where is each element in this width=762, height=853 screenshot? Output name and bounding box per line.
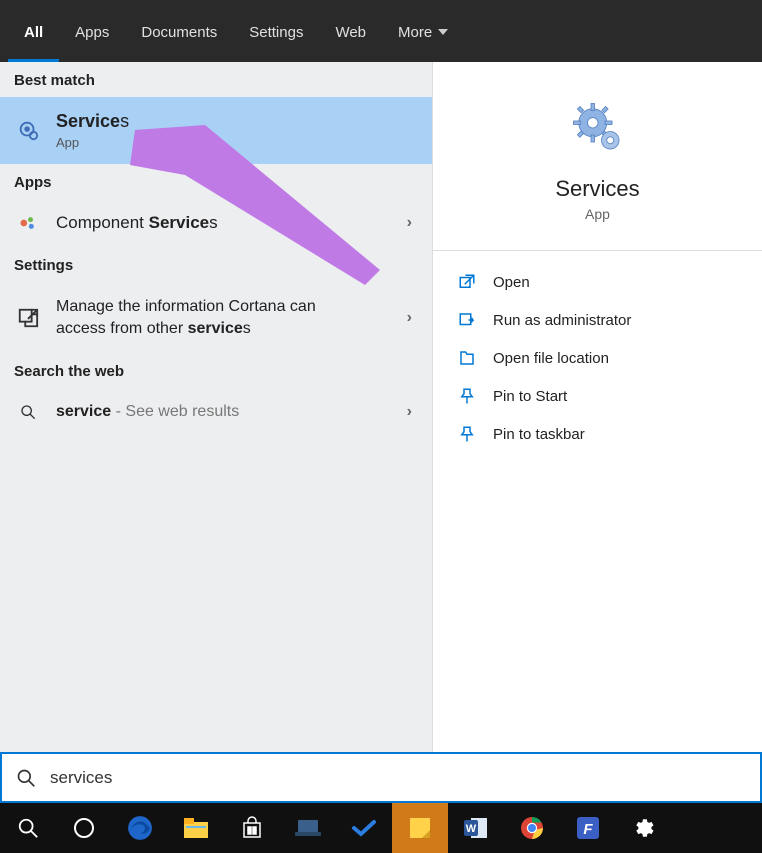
result-text: Component Services xyxy=(56,213,393,233)
result-title-tail: s xyxy=(209,213,218,232)
result-title-tail: - See web results xyxy=(111,403,239,420)
search-results-main: Best match Services App Apps Component S… xyxy=(0,62,762,752)
cortana-line2-prefix: access from other xyxy=(56,320,188,337)
taskbar-sticky-notes-button[interactable] xyxy=(392,803,448,853)
taskbar-store-button[interactable] xyxy=(224,803,280,853)
result-title: service - See web results xyxy=(56,402,393,421)
result-title: Services xyxy=(56,111,418,133)
result-title: Component Services xyxy=(56,213,393,233)
divider xyxy=(433,250,762,251)
search-icon xyxy=(14,404,42,420)
taskbar-todo-button[interactable] xyxy=(336,803,392,853)
taskbar: W F xyxy=(0,803,762,853)
taskbar-file-explorer-button[interactable] xyxy=(168,803,224,853)
services-large-icon xyxy=(570,100,626,156)
section-web-label: Search the web xyxy=(0,353,432,388)
result-title-bold: Service xyxy=(149,213,210,232)
taskbar-cortana-button[interactable] xyxy=(56,803,112,853)
search-category-tabs: All Apps Documents Settings Web More xyxy=(0,0,762,62)
tab-web[interactable]: Web xyxy=(319,0,382,62)
tab-settings[interactable]: Settings xyxy=(233,0,319,62)
taskbar-app-f-button[interactable]: F xyxy=(560,803,616,853)
result-component-services[interactable]: Component Services › xyxy=(0,199,432,247)
cortana-line2-bold: service xyxy=(188,320,243,337)
cortana-line1: Manage the information Cortana can xyxy=(56,298,316,315)
taskbar-search-button[interactable] xyxy=(0,803,56,853)
action-label: Pin to taskbar xyxy=(493,426,585,443)
result-title-prefix: Component xyxy=(56,213,149,232)
action-label: Open file location xyxy=(493,350,609,367)
action-open[interactable]: Open xyxy=(433,263,762,301)
preview-header: Services App xyxy=(433,62,762,240)
result-preview-pane: Services App Open Run as administrator xyxy=(432,62,762,752)
taskbar-edge-button[interactable] xyxy=(112,803,168,853)
action-label: Pin to Start xyxy=(493,388,567,405)
svg-text:F: F xyxy=(583,821,593,838)
action-label: Open xyxy=(493,274,530,291)
pin-start-icon xyxy=(457,387,477,405)
action-pin-to-start[interactable]: Pin to Start xyxy=(433,377,762,415)
tab-more-label: More xyxy=(398,24,432,41)
preview-title: Services xyxy=(453,176,742,202)
chevron-right-icon[interactable]: › xyxy=(407,403,412,421)
preview-subtitle: App xyxy=(453,206,742,222)
svg-text:W: W xyxy=(466,823,477,835)
taskbar-settings-button[interactable] xyxy=(616,803,672,853)
result-title-tail: s xyxy=(120,111,129,131)
action-pin-to-taskbar[interactable]: Pin to taskbar xyxy=(433,415,762,453)
settings-link-icon xyxy=(14,307,42,329)
result-text: Manage the information Cortana can acces… xyxy=(56,296,393,339)
result-best-match-services[interactable]: Services App xyxy=(0,97,432,164)
section-settings-label: Settings xyxy=(0,247,432,282)
tab-more[interactable]: More xyxy=(382,0,464,62)
taskbar-word-button[interactable]: W xyxy=(448,803,504,853)
result-text: service - See web results xyxy=(56,402,393,421)
chevron-right-icon[interactable]: › xyxy=(407,214,412,232)
shield-run-icon xyxy=(457,311,477,329)
result-text: Services App xyxy=(56,111,418,150)
action-label: Run as administrator xyxy=(493,312,631,329)
cortana-line2-suffix: s xyxy=(243,320,251,337)
search-icon xyxy=(16,768,36,788)
pin-taskbar-icon xyxy=(457,425,477,443)
result-web-search[interactable]: service - See web results › xyxy=(0,388,432,435)
tab-all[interactable]: All xyxy=(8,0,59,62)
result-cortana-setting[interactable]: Manage the information Cortana can acces… xyxy=(0,282,432,353)
tab-apps[interactable]: Apps xyxy=(59,0,125,62)
result-title: Manage the information Cortana can acces… xyxy=(56,296,393,339)
chevron-right-icon[interactable]: › xyxy=(407,309,412,327)
action-run-as-admin[interactable]: Run as administrator xyxy=(433,301,762,339)
tab-documents[interactable]: Documents xyxy=(125,0,233,62)
preview-actions: Open Run as administrator Open file loca… xyxy=(433,257,762,453)
component-services-icon xyxy=(14,213,42,233)
section-best-match-label: Best match xyxy=(0,62,432,97)
result-subtext: App xyxy=(56,135,418,150)
start-search-box[interactable] xyxy=(0,752,762,803)
result-title-bold: service xyxy=(56,403,111,420)
section-apps-label: Apps xyxy=(0,164,432,199)
chevron-down-icon xyxy=(438,29,448,35)
services-gear-icon xyxy=(14,119,42,141)
action-open-file-location[interactable]: Open file location xyxy=(433,339,762,377)
search-input[interactable] xyxy=(50,768,746,788)
result-title-bold: Service xyxy=(56,111,120,131)
taskbar-chrome-button[interactable] xyxy=(504,803,560,853)
folder-location-icon xyxy=(457,349,477,367)
taskbar-laptop-app-button[interactable] xyxy=(280,803,336,853)
search-results-left: Best match Services App Apps Component S… xyxy=(0,62,432,752)
open-icon xyxy=(457,273,477,291)
